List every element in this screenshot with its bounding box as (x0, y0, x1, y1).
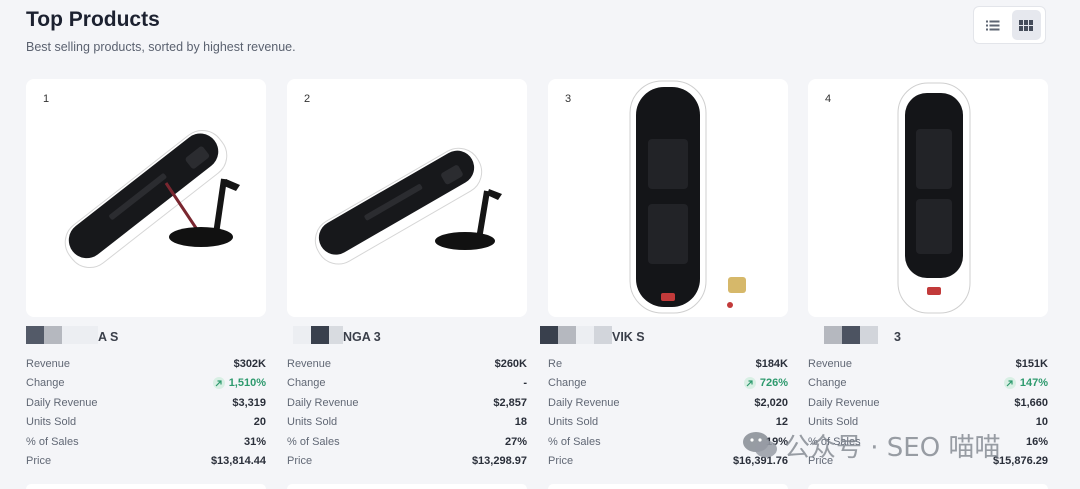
product-name[interactable]: VIK S (612, 330, 645, 344)
change-row: Change 1,510% (26, 377, 266, 390)
product-rank: 3 (565, 93, 572, 105)
revenue-row: Revenue $260K (287, 357, 527, 370)
units-sold-row: Units Sold 20 (26, 416, 266, 429)
wechat-icon (743, 432, 777, 458)
pct-sales-row: % of Sales 31% (26, 435, 266, 448)
product-rank: 4 (825, 93, 832, 105)
daily-revenue-row: Daily Revenue $3,319 (26, 396, 266, 409)
revenue-row: Re $184K (548, 357, 788, 370)
product-rank: 2 (304, 93, 311, 105)
page-title: Top Products (26, 8, 160, 31)
list-icon (985, 20, 1000, 30)
grid-icon (1019, 19, 1034, 31)
pct-sales-row: % of Sales 27% (287, 435, 527, 448)
list-view-button[interactable] (978, 10, 1008, 40)
units-sold-row: Units Sold 18 (287, 416, 527, 429)
next-product-card-edge (548, 484, 788, 489)
product-rank: 1 (43, 93, 50, 105)
product-name-row: 3 (808, 326, 1048, 348)
product-card[interactable]: 1 A S Revenue $302K Change 1,510% Daily R… (26, 79, 266, 471)
product-image[interactable]: 2 (287, 79, 527, 317)
change-row: Change 726% (548, 377, 788, 390)
trend-up-icon (1003, 377, 1016, 390)
product-stats: Revenue $302K Change 1,510% Daily Revenue… (26, 354, 266, 471)
product-name[interactable]: A S (98, 330, 118, 344)
daily-revenue-row: Daily Revenue $1,660 (808, 396, 1048, 409)
product-image[interactable]: 4 (808, 79, 1048, 317)
watermark-text: 公众号 · SEO 喵喵 (784, 432, 1001, 463)
product-image[interactable]: 3 (548, 79, 788, 317)
price-row: Price $13,814.44 (26, 455, 266, 468)
change-row: Change 147% (808, 377, 1048, 390)
efoil-board-image (314, 147, 502, 265)
page-subtitle: Best selling products, sorted by highest… (26, 40, 296, 54)
daily-revenue-row: Daily Revenue $2,020 (548, 396, 788, 409)
electric-surfboard-image (629, 80, 746, 314)
revenue-row: Revenue $302K (26, 357, 266, 370)
product-card[interactable]: 4 3 Revenue $151K Change 147% Daily Reven… (808, 79, 1048, 471)
view-toggle (973, 6, 1046, 44)
trend-up-icon (743, 377, 756, 390)
daily-revenue-row: Daily Revenue $2,857 (287, 396, 527, 409)
product-name[interactable]: 3 (894, 330, 901, 344)
grid-view-button[interactable] (1011, 10, 1041, 40)
product-image[interactable]: 1 (26, 79, 266, 317)
product-card[interactable]: 3 VIK S Re $184K Change 726% Daily Revenu… (540, 79, 788, 471)
product-name-row: NGA 3 (287, 326, 527, 348)
product-card[interactable]: 2 NGA 3 Revenue $260K Change - Daily Reven… (287, 79, 527, 471)
product-name-row: A S (26, 326, 266, 348)
change-row: Change - (287, 377, 527, 390)
product-stats: Revenue $260K Change - Daily Revenue $2,857… (287, 354, 527, 471)
next-product-card-edge (26, 484, 266, 489)
efoil-board-image (64, 129, 240, 269)
next-product-card-edge (287, 484, 527, 489)
revenue-row: Revenue $151K (808, 357, 1048, 370)
price-row: Price $13,298.97 (287, 455, 527, 468)
next-product-card-edge (808, 484, 1048, 489)
electric-surfboard-image (897, 82, 971, 314)
trend-up-icon (212, 377, 225, 390)
watermark: 公众号 · SEO 喵喵 (742, 426, 1000, 464)
product-name-row: VIK S (540, 326, 788, 348)
product-name[interactable]: NGA 3 (343, 330, 381, 344)
